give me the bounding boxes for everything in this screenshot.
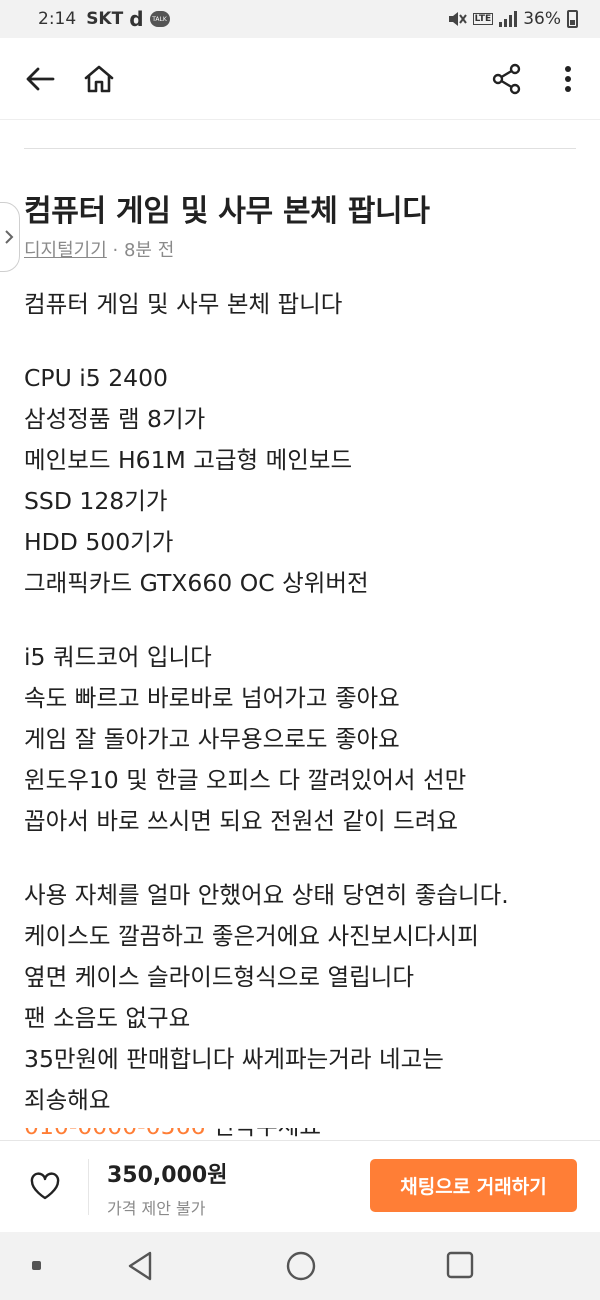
negotiation-status: 가격 제안 불가 — [107, 1199, 206, 1218]
status-carrier: SKT — [86, 9, 124, 29]
nav-dot-icon[interactable] — [32, 1261, 41, 1270]
status-left: 2:14 SKT d TALK — [38, 7, 170, 31]
home-icon — [84, 65, 114, 93]
post-title: 컴퓨터 게임 및 사무 본체 팝니다 — [24, 194, 430, 229]
description-line: 윈도우10 및 한글 오피스 다 깔려있어서 선만 — [24, 766, 467, 794]
phone-number-link[interactable]: 010-0000-0566 — [24, 1128, 205, 1140]
description-line: SSD 128기가 — [24, 487, 168, 515]
lte-icon: LTE — [472, 13, 494, 25]
carrier-app-icon: d — [129, 7, 144, 31]
content-divider — [24, 148, 576, 149]
back-arrow-icon — [26, 67, 55, 91]
talk-icon: TALK — [149, 11, 170, 27]
navigation-bar — [0, 1232, 600, 1300]
side-panel-handle[interactable] — [0, 202, 20, 272]
description-line: 속도 빠르고 바로바로 넘어가고 좋아요 — [24, 684, 400, 712]
chat-trade-button[interactable]: 채팅으로 거래하기 — [370, 1159, 577, 1212]
more-vertical-icon — [565, 66, 571, 92]
description-line: 컴퓨터 게임 및 사무 본체 팝니다 — [24, 290, 343, 318]
status-bar: 2:14 SKT d TALK LTE 36% — [0, 0, 600, 38]
partial-line-text: 연락주세요 — [205, 1128, 321, 1140]
description-line: 케이스도 깔끔하고 좋은거에요 사진보시다시피 — [24, 922, 479, 950]
nav-back-icon[interactable] — [126, 1250, 156, 1282]
battery-icon — [567, 10, 578, 28]
description-line: 죄송해요 — [24, 1086, 111, 1114]
description-line: 게임 잘 돌아가고 사무용으로도 좋아요 — [24, 725, 400, 753]
mute-icon — [448, 12, 467, 26]
description-line: 팬 소음도 없구요 — [24, 1004, 191, 1032]
signal-icon — [499, 11, 518, 27]
chevron-right-icon — [5, 230, 14, 244]
like-button[interactable] — [22, 1163, 68, 1209]
nav-home-icon[interactable] — [285, 1250, 317, 1282]
description-line: i5 쿼드코어 입니다 — [24, 643, 212, 671]
description-line: 사용 자체를 얼마 안했어요 상태 당연히 좋습니다. — [24, 881, 509, 909]
heart-icon — [30, 1172, 60, 1200]
category-link[interactable]: 디지털기기 — [24, 240, 107, 261]
description-line: 삼성정품 램 8기가 — [24, 405, 206, 433]
share-button[interactable] — [483, 55, 531, 103]
app-bar — [0, 38, 600, 120]
description-line: 35만원에 판매합니다 싸게파는거라 네고는 — [24, 1045, 444, 1073]
status-time: 2:14 — [38, 9, 77, 29]
description-line: 그래픽카드 GTX660 OC 상위버전 — [24, 569, 369, 597]
share-icon — [492, 63, 521, 95]
post-time: 8분 전 — [123, 240, 175, 261]
price: 350,000원 — [107, 1163, 228, 1188]
battery-percent: 36% — [523, 9, 561, 29]
description-line: 메인보드 H61M 고급형 메인보드 — [24, 446, 353, 474]
description-line: 꼽아서 바로 쓰시면 되요 전원선 같이 드려요 — [24, 807, 458, 835]
post-description: 컴퓨터 게임 및 사무 본체 팝니다 CPU i5 2400 삼성정품 램 8기… — [24, 284, 584, 1121]
description-line: HDD 500기가 — [24, 528, 174, 556]
bar-divider — [88, 1159, 89, 1215]
description-line: 옆면 케이스 슬라이드형식으로 열립니다 — [24, 963, 414, 991]
home-button[interactable] — [75, 55, 123, 103]
post-meta: 디지털기기 · 8분 전 — [24, 236, 174, 262]
partial-description-line: 010-0000-0566 연락주세요 — [24, 1128, 321, 1140]
nav-recent-apps-icon[interactable] — [445, 1250, 475, 1280]
back-button[interactable] — [16, 55, 64, 103]
bottom-action-bar: 350,000원 가격 제안 불가 채팅으로 거래하기 — [0, 1140, 600, 1232]
meta-separator: · — [106, 240, 124, 261]
status-right: LTE 36% — [447, 9, 578, 29]
more-button[interactable] — [544, 55, 592, 103]
description-line: CPU i5 2400 — [24, 364, 169, 392]
